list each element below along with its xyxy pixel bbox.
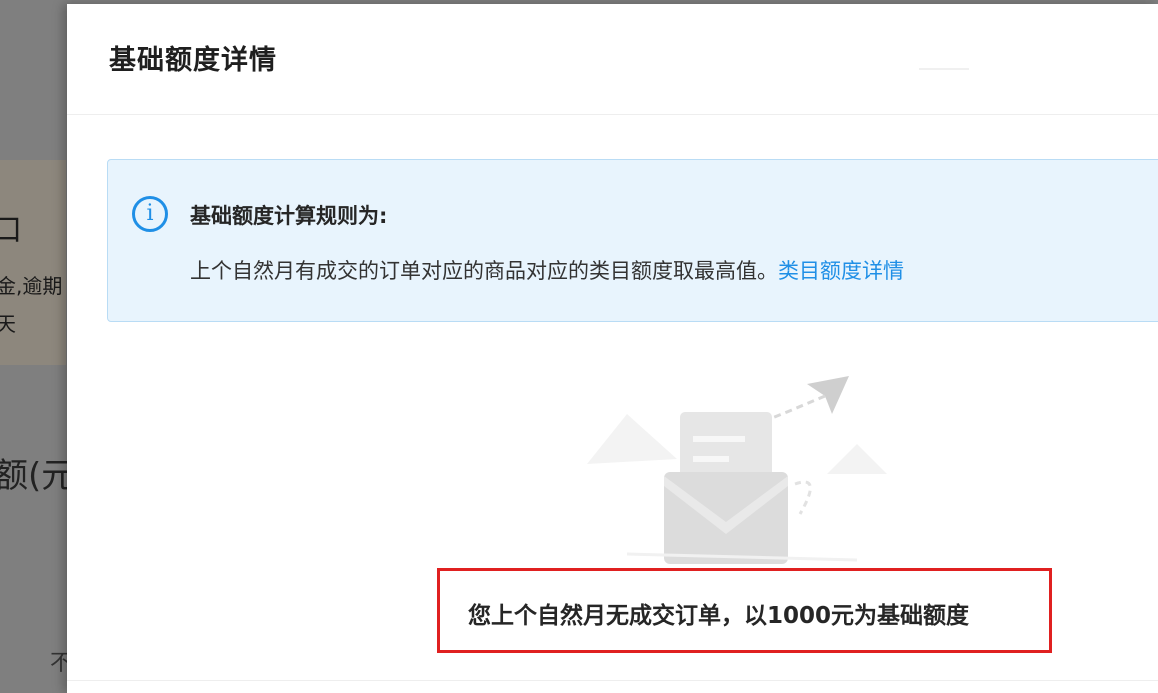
alert-description-text: 上个自然月有成交的订单对应的商品对应的类目额度取最高值。: [190, 259, 778, 283]
info-alert: i 基础额度计算规则为: 上个自然月有成交的订单对应的商品对应的类目额度取最高值…: [107, 159, 1158, 322]
modal-title: 基础额度详情: [109, 45, 277, 76]
base-quota-detail-modal: 基础额度详情 i 基础额度计算规则为: 上个自然月有成交的订单对应的商品对应的类…: [67, 4, 1158, 693]
background-text: 额(元: [0, 456, 76, 496]
alert-description: 上个自然月有成交的订单对应的商品对应的类目额度取最高值。类目额度详情: [190, 255, 904, 285]
header-divider: [919, 68, 969, 70]
modal-header: 基础额度详情: [67, 4, 1158, 115]
background-text: 天: [0, 312, 16, 336]
footer-divider: [67, 680, 1158, 681]
result-message-box: 您上个自然月无成交订单，以1000元为基础额度: [437, 568, 1052, 653]
result-message: 您上个自然月无成交订单，以1000元为基础额度: [468, 603, 970, 629]
empty-mail-illustration: [587, 376, 887, 564]
background-text: 金,逾期: [0, 274, 63, 298]
info-icon: i: [132, 196, 168, 232]
category-quota-detail-link[interactable]: 类目额度详情: [778, 259, 904, 283]
alert-title: 基础额度计算规则为:: [190, 204, 388, 228]
background-text: 口: [0, 213, 22, 248]
